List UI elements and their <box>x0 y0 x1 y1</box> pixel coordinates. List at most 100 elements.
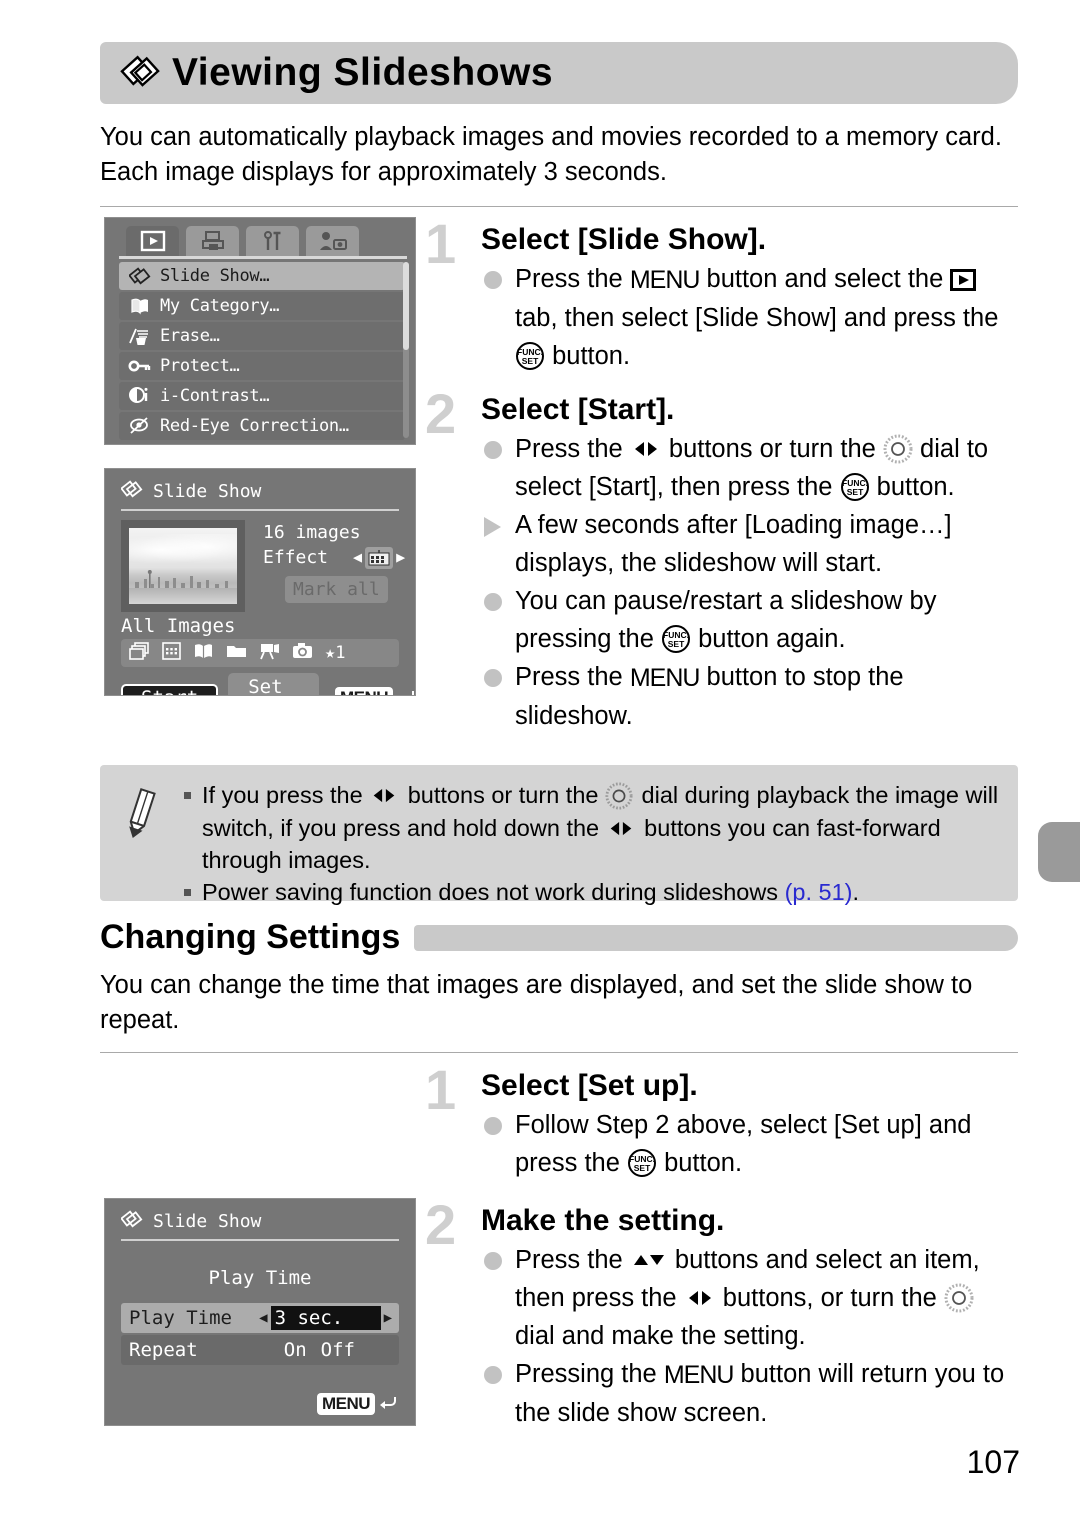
left-arrow-icon[interactable]: ◀ <box>256 1310 270 1326</box>
playback-tab[interactable] <box>126 226 179 256</box>
repeat-on-option[interactable]: On <box>284 1339 307 1361</box>
note-item: If you press the buttons or turn the dia… <box>180 779 1002 876</box>
control-dial-icon <box>944 1283 974 1313</box>
mark-all-button[interactable]: Mark all <box>285 576 388 603</box>
repeat-options[interactable]: On Off <box>284 1339 395 1361</box>
movie-icon[interactable] <box>259 642 280 664</box>
play-time-title-row: Slide Show <box>105 1199 415 1234</box>
play-time-value-control[interactable]: ◀ 3 sec. ▶ <box>256 1306 395 1330</box>
section-heading-bar <box>414 924 1018 951</box>
image-count: 16 images <box>263 522 361 543</box>
slide-show-body: 16 images Effect ◀ ▶ Mark all <box>105 511 415 612</box>
menu-item-erase[interactable]: Erase… <box>119 322 405 350</box>
effect-setting-row[interactable]: Effect ◀ ▶ <box>263 545 408 570</box>
menu-button-icon: MENU <box>629 266 701 294</box>
repeat-off-option[interactable]: Off <box>321 1339 355 1361</box>
control-dial-icon <box>883 434 913 464</box>
menu-item-my-category[interactable]: My Category… <box>119 292 405 320</box>
up-down-buttons-icon <box>630 1243 668 1265</box>
my-category-icon[interactable] <box>193 642 214 664</box>
filter-label: All Images <box>121 615 236 637</box>
step-2-make-the-setting: 2 Make the setting. Press the buttons an… <box>425 1197 1020 1432</box>
menu-return-badge[interactable]: MENU <box>334 687 415 695</box>
note-bullet-icon <box>184 889 191 896</box>
edge-thumb-tab <box>1038 822 1080 882</box>
repeat-row[interactable]: Repeat On Off <box>121 1335 399 1365</box>
func-set-button-icon: FUNC. SET <box>627 1148 657 1178</box>
step-heading: Select [Slide Show]. <box>481 223 767 256</box>
menu-item-slide-show[interactable]: Slide Show… <box>119 262 405 290</box>
stills-icon[interactable] <box>292 642 313 664</box>
bullet-dot-icon <box>484 593 502 611</box>
settings-tab[interactable] <box>246 226 299 256</box>
left-right-buttons-icon <box>630 432 662 456</box>
svg-text:SET: SET <box>846 487 863 497</box>
folder-icon[interactable] <box>226 642 247 664</box>
menu-item-red-eye-correction[interactable]: Red-Eye Correction… <box>119 412 405 440</box>
left-arrow-icon[interactable]: ◀ <box>353 545 362 570</box>
bullet-item: Press the MENU button and select the tab… <box>481 260 1020 375</box>
step-number: 2 <box>425 1193 457 1256</box>
menu-item-protect[interactable]: Protect… <box>119 352 405 380</box>
menu-item-label: My Category… <box>160 296 280 316</box>
menu-button-icon: MENU <box>629 664 701 692</box>
menu-return-badge[interactable]: MENU <box>316 1393 397 1415</box>
note-bullet-icon <box>184 792 191 799</box>
bullet-item: A few seconds after [Loading image…] dis… <box>481 506 1020 582</box>
note-item: Power saving function does not work duri… <box>180 876 1002 908</box>
my-camera-tab[interactable] <box>306 226 359 256</box>
pencil-icon <box>120 785 166 841</box>
play-time-row-label: Play Time <box>129 1307 232 1329</box>
print-tab[interactable] <box>186 226 239 256</box>
menu-item-label: Protect… <box>160 356 240 376</box>
slide-show-screen: Slide Show 16 images Effect ◀ ▶ Mark all… <box>104 468 416 696</box>
all-images-icon[interactable] <box>129 642 150 664</box>
right-arrow-icon[interactable]: ▶ <box>381 1310 395 1326</box>
divider-bottom <box>100 1052 1018 1053</box>
bullet-item: You can pause/restart a slideshow by pre… <box>481 582 1020 658</box>
date-icon[interactable] <box>162 642 181 664</box>
menu-item-i-contrast[interactable]: i-Contrast… <box>119 382 405 410</box>
bullet-triangle-icon <box>484 517 501 537</box>
menu-item-label: Red-Eye Correction… <box>160 416 349 436</box>
left-right-buttons-icon <box>606 814 638 836</box>
bullet-item: Press the buttons and select an item, th… <box>481 1241 1020 1355</box>
menu-badge-label: MENU <box>334 687 393 695</box>
red-eye-icon <box>127 415 153 437</box>
effect-value-icon[interactable] <box>365 546 394 569</box>
svg-text:SET: SET <box>522 356 539 366</box>
divider-top <box>100 206 1018 207</box>
star-rating-icon[interactable]: ★1 <box>325 643 346 663</box>
slide-show-button-row: Start Set up MENU <box>121 673 415 695</box>
set-up-button[interactable]: Set up <box>228 673 319 695</box>
playback-menu-list: Slide Show… My Category… Erase… Protect…… <box>105 259 415 440</box>
play-time-row[interactable]: Play Time ◀ 3 sec. ▶ <box>121 1303 399 1333</box>
slideshow-icon <box>118 50 164 96</box>
func-set-button-icon: FUNC. SET <box>840 472 870 502</box>
bullet-item: Press the buttons or turn the dial to se… <box>481 430 1020 506</box>
right-arrow-icon[interactable]: ▶ <box>396 545 405 570</box>
playback-tab-icon <box>950 269 977 291</box>
start-button[interactable]: Start <box>121 684 219 695</box>
bullet-item: Follow Step 2 above, select [Set up] and… <box>481 1106 1020 1182</box>
play-time-heading: Play Time <box>208 1267 312 1289</box>
slideshow-icon <box>127 265 153 287</box>
slide-show-title-row: Slide Show <box>105 469 415 504</box>
func-set-button-icon: FUNC. SET <box>515 341 545 371</box>
bullet-dot-icon <box>484 441 502 459</box>
preview-thumbnail-frame <box>121 520 245 612</box>
svg-text:SET: SET <box>634 1163 651 1173</box>
bullet-dot-icon <box>484 271 502 289</box>
menu-button-icon: MENU <box>663 1361 735 1389</box>
step-bullets: Press the buttons or turn the dial to se… <box>481 430 1020 735</box>
note-box: If you press the buttons or turn the dia… <box>100 765 1018 905</box>
step-heading: Select [Start]. <box>481 393 675 426</box>
func-set-button-icon: FUNC. SET <box>661 624 691 654</box>
slideshow-icon <box>120 1209 143 1234</box>
step-number: 1 <box>425 1058 457 1121</box>
protect-key-icon <box>127 355 153 377</box>
step-bullets: Press the buttons and select an item, th… <box>481 1241 1020 1432</box>
step-heading: Make the setting. <box>481 1204 725 1237</box>
menu-scrollbar[interactable] <box>403 262 409 438</box>
page-reference-link[interactable]: (p. 51) <box>785 879 853 905</box>
